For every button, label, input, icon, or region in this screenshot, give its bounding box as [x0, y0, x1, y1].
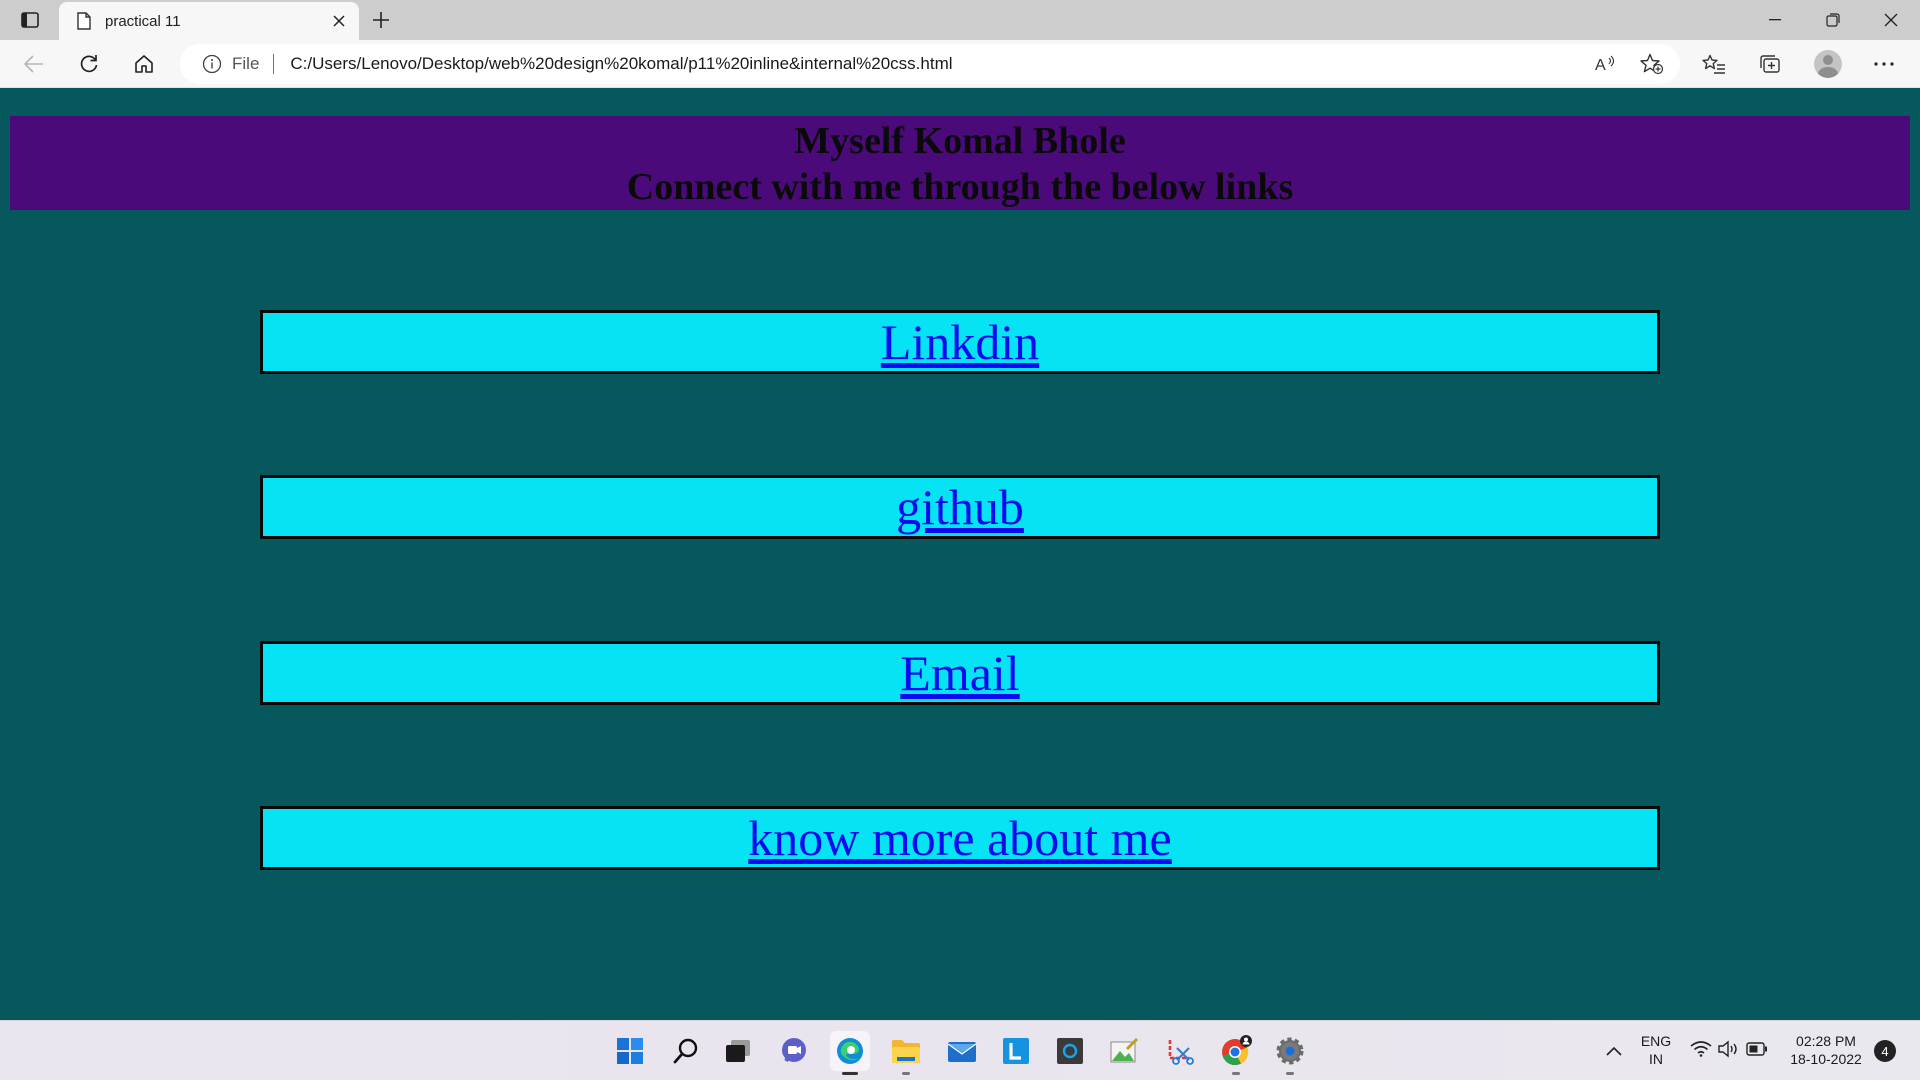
page-icon	[75, 10, 93, 32]
link-box-github: github	[260, 475, 1660, 539]
close-tab-icon[interactable]	[325, 7, 353, 35]
add-favorite-icon[interactable]	[1636, 48, 1668, 80]
profile-avatar[interactable]	[1814, 50, 1842, 78]
taskbar: ENG IN 02:28 PM 18-10-2022	[0, 1020, 1920, 1080]
search-icon[interactable]	[666, 1031, 706, 1071]
favorites-icon[interactable]	[1698, 48, 1730, 80]
read-aloud-icon[interactable]: A	[1590, 48, 1622, 80]
link-box-about: know more about me	[260, 806, 1660, 870]
close-window-icon[interactable]	[1862, 0, 1920, 40]
notification-badge[interactable]: 4	[1874, 1040, 1896, 1062]
windows-start-icon[interactable]	[610, 1031, 650, 1071]
new-tab-icon[interactable]	[366, 6, 396, 34]
address-bar[interactable]: File C:/Users/Lenovo/Desktop/web%20desig…	[180, 44, 1680, 84]
system-status-icons[interactable]	[1684, 1031, 1774, 1071]
tab-strip: practical 11	[0, 0, 1920, 40]
link-box-linkdin: Linkdin	[260, 310, 1660, 374]
collections-icon[interactable]	[1754, 48, 1786, 80]
clock-time: 02:28 PM	[1796, 1033, 1856, 1049]
address-separator	[273, 54, 275, 74]
home-icon[interactable]	[128, 48, 160, 80]
edge-browser-icon[interactable]	[830, 1031, 870, 1075]
teams-chat-icon[interactable]	[774, 1031, 814, 1071]
page-title: Myself Komal Bhole	[794, 120, 1126, 162]
browser-toolbar: File C:/Users/Lenovo/Desktop/web%20desig…	[0, 40, 1920, 88]
volume-icon	[1718, 1040, 1740, 1063]
linkdin-link[interactable]: Linkdin	[881, 314, 1039, 370]
chevron-up-icon[interactable]	[1594, 1031, 1634, 1071]
url-scheme: File	[232, 54, 260, 73]
wifi-icon	[1690, 1040, 1712, 1062]
mail-icon[interactable]	[942, 1031, 982, 1071]
browser-tab[interactable]: practical 11	[59, 2, 359, 40]
link-box-email: Email	[260, 641, 1660, 705]
restore-icon[interactable]	[1804, 0, 1862, 40]
settings-gear-icon[interactable]	[1270, 1031, 1310, 1075]
url-text[interactable]: C:/Users/Lenovo/Desktop/web%20design%20k…	[290, 54, 952, 74]
github-link[interactable]: github	[896, 479, 1024, 535]
email-link[interactable]: Email	[900, 645, 1019, 701]
page-header: Myself Komal Bhole Connect with me throu…	[10, 116, 1910, 210]
file-explorer-icon[interactable]	[886, 1031, 926, 1075]
chrome-icon[interactable]	[1216, 1031, 1256, 1075]
minimize-icon[interactable]	[1746, 0, 1804, 40]
snipping-tool-icon[interactable]	[1160, 1031, 1200, 1071]
battery-icon	[1746, 1041, 1768, 1061]
language-indicator[interactable]: ENG IN	[1636, 1032, 1676, 1068]
refresh-icon[interactable]	[73, 48, 105, 80]
web-page: Myself Komal Bhole Connect with me throu…	[0, 89, 1920, 1020]
photo-editor-icon[interactable]	[1104, 1031, 1144, 1071]
page-subtitle: Connect with me through the below links	[626, 166, 1294, 208]
tab-actions-icon[interactable]	[14, 8, 46, 32]
back-arrow-icon[interactable]	[18, 48, 50, 80]
clock[interactable]: 02:28 PM 18-10-2022	[1784, 1032, 1868, 1068]
task-view-icon[interactable]	[718, 1031, 758, 1071]
know-more-link[interactable]: know more about me	[748, 810, 1172, 866]
tab-title: practical 11	[105, 12, 181, 30]
site-info-icon[interactable]	[202, 54, 222, 74]
more-options-icon[interactable]	[1868, 48, 1900, 80]
svg-text:A: A	[1595, 57, 1606, 74]
lenovo-vantage-icon[interactable]	[996, 1031, 1036, 1071]
clock-date: 18-10-2022	[1790, 1051, 1862, 1067]
language-code: ENG	[1640, 1033, 1672, 1049]
cortana-icon[interactable]	[1050, 1031, 1090, 1071]
language-region: IN	[1649, 1051, 1663, 1067]
